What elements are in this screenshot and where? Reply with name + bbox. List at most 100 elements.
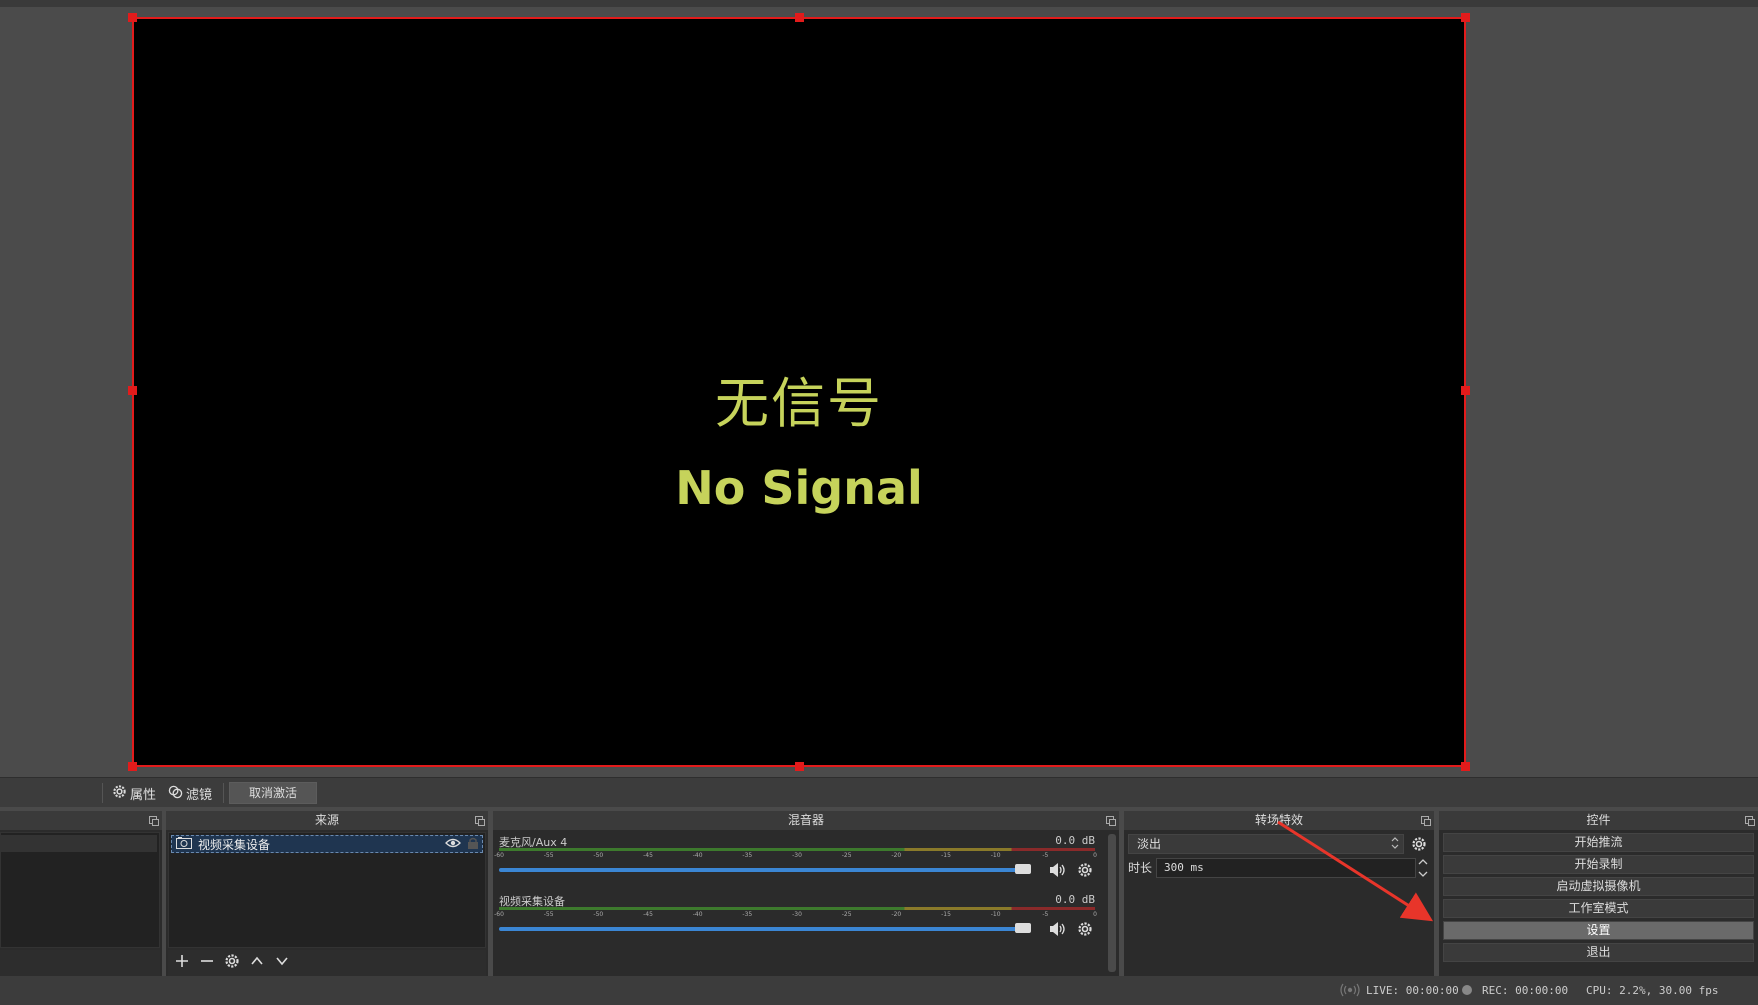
live-timer: LIVE: 00:00:00: [1366, 984, 1459, 997]
exit-button[interactable]: 退出: [1443, 943, 1754, 962]
camera-icon: [176, 836, 192, 852]
scene-item[interactable]: [1, 835, 157, 852]
spin-down-icon[interactable]: [1417, 868, 1429, 883]
scenes-dock-title: [0, 811, 162, 830]
updown-icon: [1391, 836, 1399, 855]
resize-handle-b[interactable]: [795, 762, 804, 771]
meter-tick-label: -30: [792, 852, 802, 859]
source-item-label: 视频采集设备: [198, 837, 271, 852]
duration-label: 时长: [1128, 861, 1153, 875]
transition-select[interactable]: 淡出: [1128, 834, 1404, 854]
start-recording-button[interactable]: 开始录制: [1443, 855, 1754, 874]
gear-icon[interactable]: [1411, 836, 1427, 856]
studio-mode-button[interactable]: 工作室模式: [1443, 899, 1754, 918]
meter-tick-label: -20: [891, 911, 902, 918]
preview-area: 无信号 No Signal: [0, 7, 1758, 777]
meter-tick-label: -45: [643, 852, 653, 859]
mixer-body: 麦克风/Aux 4 0.0 dB -60 -55 -50 -45 -40 -35 -30 -2…: [493, 830, 1119, 976]
meter-tick-label: -35: [742, 852, 753, 859]
sources-dock-title: 来源: [166, 811, 488, 830]
gear-icon[interactable]: [1077, 862, 1095, 878]
add-icon[interactable]: [174, 953, 190, 973]
controls-dock: 控件 开始推流 开始录制 启动虚拟摄像机 工作室模式 设置 退出: [1439, 811, 1758, 976]
undock-icon[interactable]: [1106, 816, 1116, 826]
filters-button[interactable]: 滤镜: [168, 783, 212, 804]
menu-strip: [0, 0, 1758, 7]
properties-label: 属性: [130, 788, 157, 803]
mixer-dock: 混音器 麦克风/Aux 4 0.0 dB -60 -55 -50 -45 -40 -35-…: [493, 811, 1119, 976]
meter-tick-label: -10: [990, 852, 1001, 859]
source-item[interactable]: 视频采集设备: [171, 835, 483, 853]
start-virtual-camera-button[interactable]: 启动虚拟摄像机: [1443, 877, 1754, 896]
resize-handle-bl[interactable]: [128, 762, 137, 771]
gear-icon[interactable]: [224, 953, 240, 973]
meter-tick-label: 0: [1093, 911, 1097, 918]
meter-tick-label: -60: [494, 852, 504, 859]
speaker-icon[interactable]: [1049, 921, 1067, 937]
gear-icon: [112, 784, 127, 803]
chevron-down-icon[interactable]: [274, 953, 290, 973]
meter-tick-label: -20: [891, 852, 902, 859]
broadcast-icon: [1340, 983, 1360, 1000]
volume-slider-handle[interactable]: [1015, 923, 1031, 933]
chevron-up-icon[interactable]: [249, 953, 265, 973]
speaker-icon[interactable]: [1049, 862, 1067, 878]
undock-icon[interactable]: [475, 816, 485, 826]
transitions-dock-title: 转场特效: [1124, 811, 1434, 830]
meter-tick-label: -15: [941, 911, 951, 918]
volume-slider[interactable]: [499, 868, 1021, 872]
controls-dock-title: 控件: [1439, 811, 1758, 830]
mixer-channel: 麦克风/Aux 4 0.0 dB -60 -55 -50 -45 -40 -35 -30 -2…: [494, 834, 1097, 886]
toolbar-divider: [223, 783, 224, 803]
volume-slider[interactable]: [499, 927, 1021, 931]
mixer-dock-title: 混音器: [493, 811, 1119, 830]
undock-icon[interactable]: [1745, 816, 1755, 826]
meter-tick-label: -45: [643, 911, 653, 918]
resize-handle-br[interactable]: [1461, 762, 1470, 771]
meter-tick-label: -50: [593, 911, 604, 918]
resize-handle-t[interactable]: [795, 13, 804, 22]
preview-canvas[interactable]: 无信号 No Signal: [128, 13, 1470, 771]
remove-icon[interactable]: [199, 953, 215, 973]
status-bar: LIVE: 00:00:00 REC: 00:00:00 CPU: 2.2%, …: [0, 976, 1758, 1005]
gear-icon[interactable]: [1077, 921, 1095, 937]
sources-dock: 来源 视频采集设备: [166, 811, 488, 976]
lock-icon[interactable]: [467, 837, 479, 852]
volume-slider-handle[interactable]: [1015, 864, 1031, 874]
meter-tick-label: -15: [941, 852, 951, 859]
undock-icon[interactable]: [149, 816, 159, 826]
meter-tick-label: -25: [841, 911, 852, 918]
mixer-scrollbar[interactable]: [1108, 834, 1116, 972]
meter-ticks: -60 -55 -50 -45 -40 -35 -30 -25 -20 -15 -10 -5 0: [494, 852, 1097, 862]
channel-db: 0.0 dB: [1055, 834, 1095, 847]
cpu-fps: CPU: 2.2%, 30.00 fps: [1586, 984, 1719, 997]
meter-tick-label: -30: [792, 911, 802, 918]
properties-button[interactable]: 属性: [112, 783, 156, 804]
meter-tick-label: -5: [1042, 911, 1049, 918]
transitions-dock: 转场特效 淡出 时长 300 ms: [1124, 811, 1434, 976]
scenes-list[interactable]: [0, 832, 160, 948]
filter-icon: [168, 784, 183, 803]
record-indicator-icon: [1462, 985, 1472, 995]
source-toolbar: 属性 滤镜 取消激活: [0, 777, 1758, 807]
duration-spinbox[interactable]: 300 ms: [1156, 858, 1416, 878]
resize-handle-tl[interactable]: [128, 13, 137, 22]
scenes-dock: [0, 811, 162, 976]
mixer-channel: 视频采集设备 0.0 dB -60 -55 -50 -45 -40 -35 -30 -25 -2…: [494, 893, 1097, 945]
sources-list[interactable]: 视频采集设备: [168, 832, 486, 948]
undock-icon[interactable]: [1421, 816, 1431, 826]
volume-meter: [499, 848, 1095, 851]
deactivate-button[interactable]: 取消激活: [229, 782, 317, 804]
meter-tick-label: -40: [692, 852, 703, 859]
rec-timer: REC: 00:00:00: [1482, 984, 1569, 997]
meter-tick-label: -5: [1042, 852, 1049, 859]
eye-icon[interactable]: [445, 837, 461, 851]
meter-tick-label: -60: [494, 911, 504, 918]
meter-tick-label: 0: [1093, 852, 1097, 859]
meter-tick-label: -40: [692, 911, 703, 918]
settings-button[interactable]: 设置: [1443, 921, 1754, 940]
no-signal-chinese: 无信号: [715, 372, 883, 435]
resize-handle-tr[interactable]: [1461, 13, 1470, 22]
start-streaming-button[interactable]: 开始推流: [1443, 833, 1754, 852]
sources-toolbar: [168, 950, 486, 976]
